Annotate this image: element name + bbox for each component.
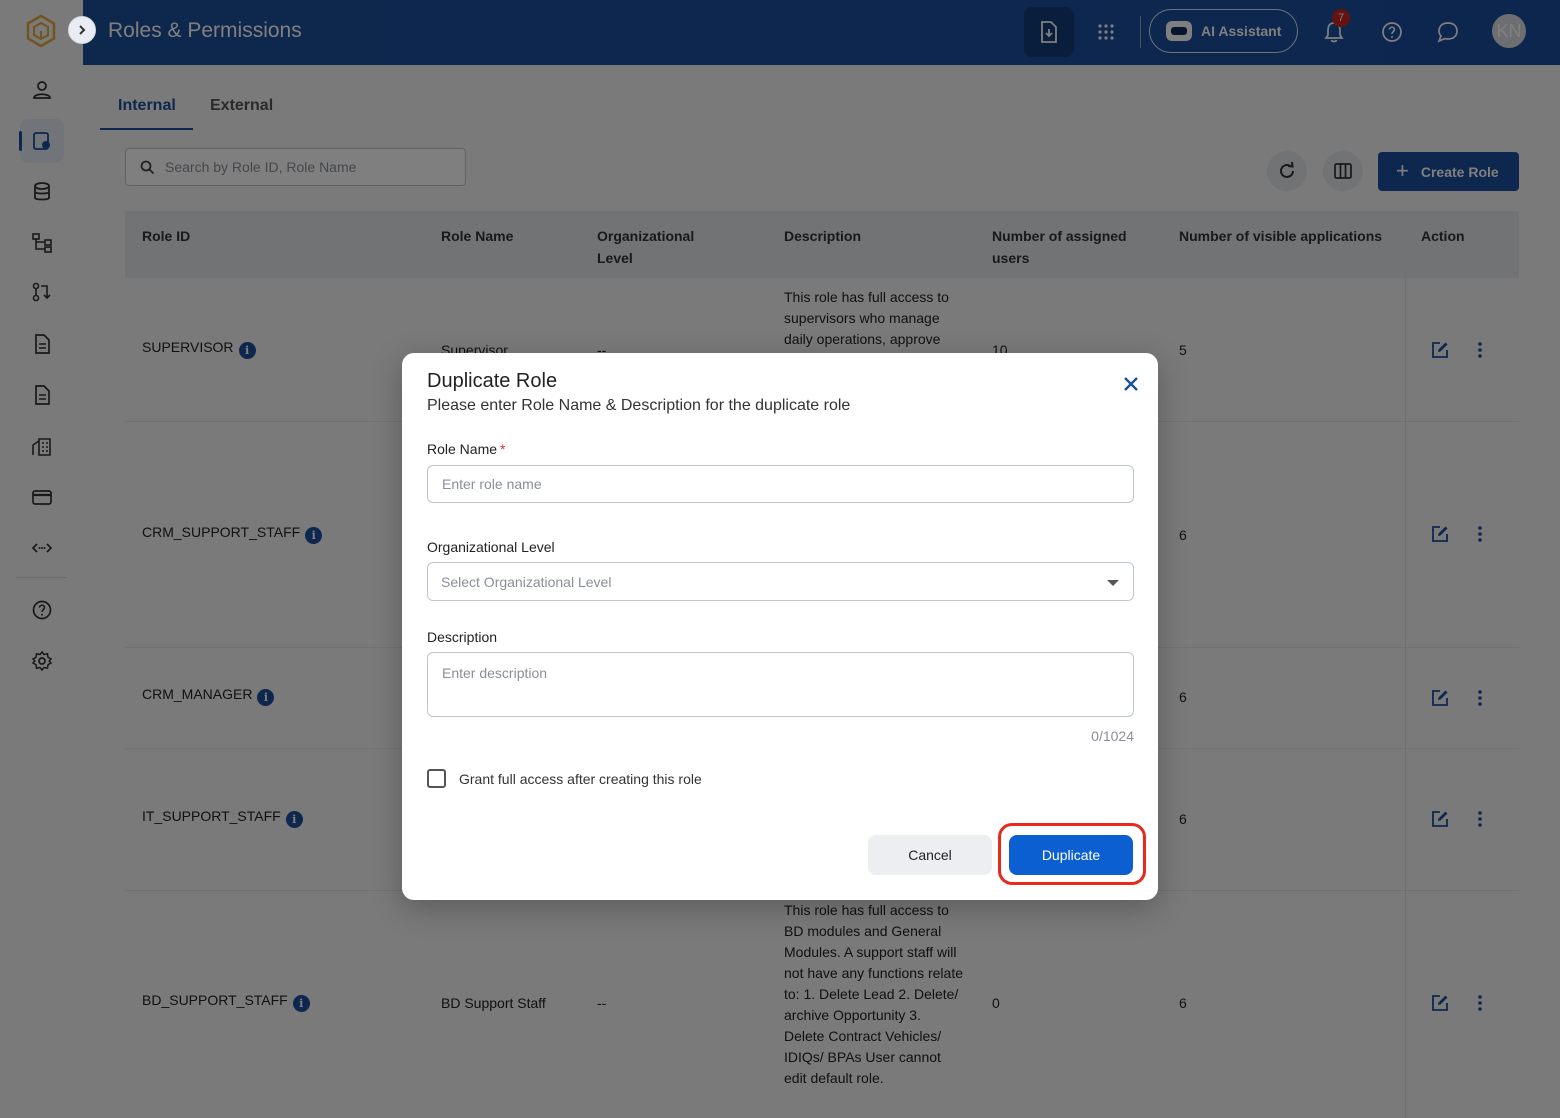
duplicate-role-dialog: Duplicate Role Please enter Role Name & … [402,353,1158,900]
role-name-input[interactable] [427,465,1134,503]
grant-access-label[interactable]: Grant full access after creating this ro… [459,771,702,787]
close-icon [1124,377,1138,391]
character-counter: 0/1024 [1091,728,1134,744]
expand-sidebar-button[interactable] [68,16,96,44]
description-input[interactable] [427,652,1134,717]
duplicate-button[interactable]: Duplicate [1009,835,1133,875]
required-asterisk: * [500,441,506,457]
chevron-right-icon [79,25,86,35]
grant-access-checkbox[interactable] [427,769,446,788]
role-name-label: Role Name * [427,441,506,457]
dropdown-caret-icon [1107,580,1119,586]
dialog-subtitle: Please enter Role Name & Description for… [427,397,851,414]
close-dialog-button[interactable] [1118,371,1144,397]
org-level-label: Organizational Level [427,539,555,555]
description-label: Description [427,629,498,645]
cancel-button[interactable]: Cancel [868,835,992,875]
org-level-placeholder: Select Organizational Level [441,573,612,590]
dialog-title: Duplicate Role [427,370,558,392]
org-level-select[interactable]: Select Organizational Level [427,562,1134,601]
grant-access-option: Grant full access after creating this ro… [427,769,702,788]
